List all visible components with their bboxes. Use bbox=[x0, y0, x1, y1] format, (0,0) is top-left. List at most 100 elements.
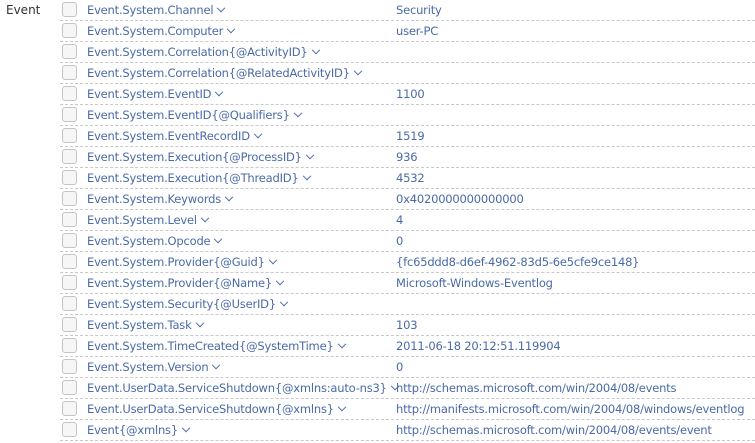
field-name: Event.System.Keywords bbox=[87, 192, 222, 206]
field-name: Event.System.Provider{@Name} bbox=[87, 276, 272, 290]
field-name-link[interactable]: Event.System.Level bbox=[87, 213, 210, 227]
row-checkbox[interactable] bbox=[62, 170, 77, 185]
chevron-down-icon[interactable] bbox=[305, 150, 315, 160]
field-name-link[interactable]: Event.System.EventRecordID bbox=[87, 129, 263, 143]
field-name: Event.System.Provider{@Guid} bbox=[87, 255, 265, 269]
field-name-link[interactable]: Event.System.Security{@UserID} bbox=[87, 297, 289, 311]
chevron-down-icon[interactable] bbox=[195, 318, 204, 328]
field-name-link[interactable]: Event.System.Execution{@ThreadID} bbox=[87, 171, 311, 185]
row-checkbox[interactable] bbox=[62, 65, 77, 80]
field-row: Event.UserData.ServiceShutdown{@xmlns:au… bbox=[60, 378, 755, 399]
field-list: Event.System.Channel Security Event.System… bbox=[60, 0, 755, 441]
row-checkbox[interactable] bbox=[62, 86, 77, 101]
chevron-down-icon[interactable] bbox=[279, 297, 289, 307]
field-name-link[interactable]: Event.System.Correlation{@RelatedActivit… bbox=[87, 66, 363, 80]
row-checkbox[interactable] bbox=[62, 359, 77, 374]
row-checkbox[interactable] bbox=[62, 380, 77, 395]
field-row: Event.UserData.ServiceShutdown{@xmlns} ht… bbox=[60, 399, 755, 420]
field-name-link[interactable]: Event.System.Provider{@Guid} bbox=[87, 255, 277, 269]
field-row: Event.System.Correlation{@ActivityID} bbox=[60, 42, 755, 63]
field-name: Event.System.Computer bbox=[87, 24, 224, 38]
field-name-link[interactable]: Event.System.Keywords bbox=[87, 192, 234, 206]
field-name: Event.System.Task bbox=[87, 318, 192, 332]
field-value[interactable]: 0 bbox=[396, 360, 403, 374]
row-checkbox[interactable] bbox=[62, 191, 77, 206]
field-value[interactable]: Microsoft-Windows-Eventlog bbox=[396, 276, 553, 290]
field-name-link[interactable]: Event.System.Provider{@Name} bbox=[87, 276, 285, 290]
row-checkbox[interactable] bbox=[62, 317, 77, 332]
field-value[interactable]: 2011-06-18 20:12:51.119904 bbox=[396, 339, 561, 353]
row-checkbox[interactable] bbox=[62, 23, 77, 38]
chevron-down-icon[interactable] bbox=[293, 108, 302, 118]
chevron-down-icon[interactable] bbox=[200, 213, 210, 223]
field-row: Event.System.Channel Security bbox=[60, 0, 755, 21]
row-checkbox[interactable] bbox=[62, 212, 77, 227]
chevron-down-icon[interactable] bbox=[311, 45, 320, 55]
field-row: Event{@xmlns} http://schemas.microsoft.co… bbox=[60, 420, 755, 441]
chevron-down-icon[interactable] bbox=[353, 66, 363, 76]
field-value[interactable]: 0 bbox=[396, 234, 403, 248]
field-value[interactable]: 1100 bbox=[396, 87, 425, 101]
field-name-link[interactable]: Event.System.Version bbox=[87, 360, 221, 374]
chevron-down-icon[interactable] bbox=[275, 276, 285, 286]
row-checkbox[interactable] bbox=[62, 107, 77, 122]
chevron-down-icon[interactable] bbox=[224, 192, 234, 202]
field-name: Event.System.Security{@UserID} bbox=[87, 297, 276, 311]
row-checkbox[interactable] bbox=[62, 296, 77, 311]
field-row: Event.System.Computer user-PC bbox=[60, 21, 755, 42]
field-value[interactable]: http://schemas.microsoft.com/win/2004/08… bbox=[396, 423, 712, 437]
field-name: Event.System.Execution{@ThreadID} bbox=[87, 171, 299, 185]
field-value[interactable]: user-PC bbox=[396, 24, 438, 38]
chevron-down-icon[interactable] bbox=[302, 171, 311, 181]
row-checkbox[interactable] bbox=[62, 44, 77, 59]
chevron-down-icon[interactable] bbox=[226, 24, 236, 34]
field-value[interactable]: Security bbox=[396, 3, 442, 17]
field-name-link[interactable]: Event.System.Correlation{@ActivityID} bbox=[87, 45, 320, 59]
field-row: Event.System.Version 0 bbox=[60, 357, 755, 378]
field-name-link[interactable]: Event.System.EventID bbox=[87, 87, 224, 101]
chevron-down-icon[interactable] bbox=[253, 129, 263, 139]
row-checkbox[interactable] bbox=[62, 233, 77, 248]
chevron-down-icon[interactable] bbox=[268, 255, 277, 265]
field-row: Event.System.EventID{@Qualifiers} bbox=[60, 105, 755, 126]
row-checkbox[interactable] bbox=[62, 2, 77, 17]
field-name-link[interactable]: Event.UserData.ServiceShutdown{@xmlns} bbox=[87, 402, 347, 416]
chevron-down-icon[interactable] bbox=[214, 234, 223, 244]
chevron-down-icon[interactable] bbox=[217, 3, 226, 13]
field-name: Event.System.Opcode bbox=[87, 234, 211, 248]
field-name: Event.System.Channel bbox=[87, 3, 214, 17]
chevron-down-icon[interactable] bbox=[215, 87, 224, 97]
field-name-link[interactable]: Event.UserData.ServiceShutdown{@xmlns:au… bbox=[87, 381, 400, 395]
field-name-link[interactable]: Event.System.Computer bbox=[87, 24, 236, 38]
row-checkbox[interactable] bbox=[62, 422, 77, 437]
field-name-link[interactable]: Event.System.TimeCreated{@SystemTime} bbox=[87, 339, 346, 353]
section-label: Event bbox=[6, 3, 41, 17]
chevron-down-icon[interactable] bbox=[212, 360, 221, 370]
field-name-link[interactable]: Event.System.Task bbox=[87, 318, 204, 332]
field-value[interactable]: http://manifests.microsoft.com/win/2004/… bbox=[396, 402, 745, 416]
field-value[interactable]: 0x4020000000000000 bbox=[396, 192, 524, 206]
field-row: Event.System.Execution{@ProcessID} 936 bbox=[60, 147, 755, 168]
field-name-link[interactable]: Event{@xmlns} bbox=[87, 423, 191, 437]
field-value[interactable]: 4 bbox=[396, 213, 403, 227]
field-name-link[interactable]: Event.System.EventID{@Qualifiers} bbox=[87, 108, 302, 122]
field-value[interactable]: 1519 bbox=[396, 129, 425, 143]
chevron-down-icon[interactable] bbox=[337, 339, 346, 349]
row-checkbox[interactable] bbox=[62, 128, 77, 143]
row-checkbox[interactable] bbox=[62, 254, 77, 269]
field-value[interactable]: http://schemas.microsoft.com/win/2004/08… bbox=[396, 381, 676, 395]
row-checkbox[interactable] bbox=[62, 149, 77, 164]
field-name-link[interactable]: Event.System.Opcode bbox=[87, 234, 223, 248]
field-value[interactable]: 936 bbox=[396, 150, 418, 164]
field-name-link[interactable]: Event.System.Execution{@ProcessID} bbox=[87, 150, 315, 164]
field-value[interactable]: {fc65ddd8-d6ef-4962-83d5-6e5cfe9ce148} bbox=[396, 255, 640, 269]
field-value[interactable]: 103 bbox=[396, 318, 418, 332]
row-checkbox[interactable] bbox=[62, 275, 77, 290]
chevron-down-icon[interactable] bbox=[181, 423, 191, 433]
field-name-link[interactable]: Event.System.Channel bbox=[87, 3, 226, 17]
chevron-down-icon[interactable] bbox=[337, 402, 347, 412]
field-value[interactable]: 4532 bbox=[396, 171, 425, 185]
field-row: Event.System.Security{@UserID} bbox=[60, 294, 755, 315]
row-checkbox[interactable] bbox=[62, 401, 77, 416]
row-checkbox[interactable] bbox=[62, 338, 77, 353]
